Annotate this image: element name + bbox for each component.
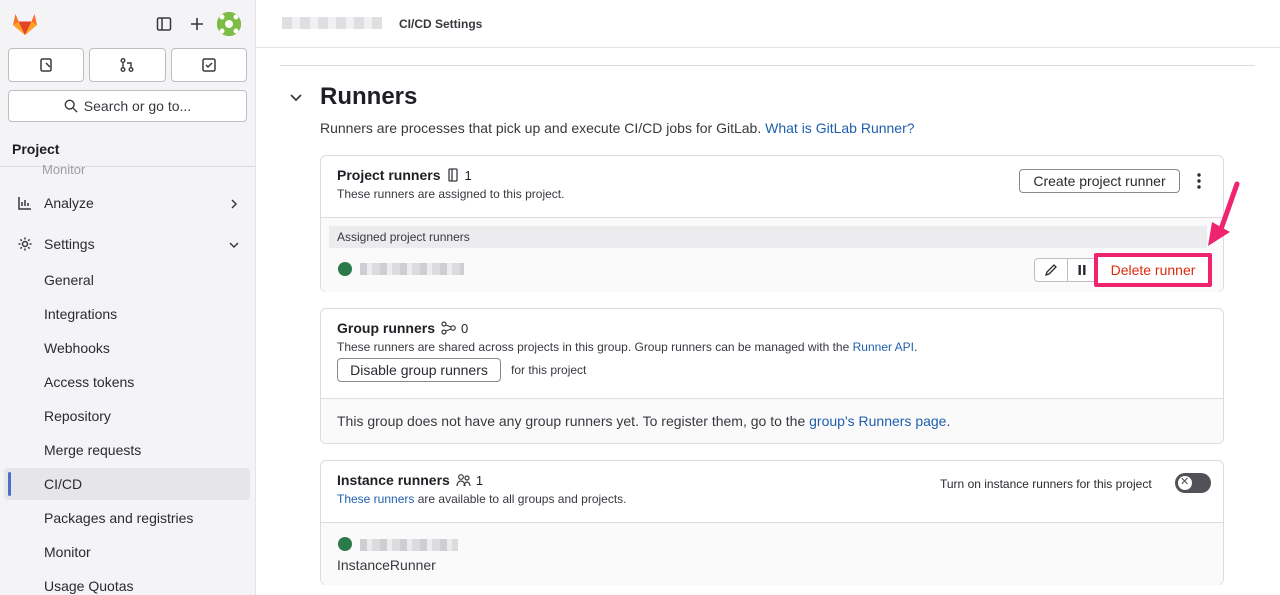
issues-icon (40, 58, 52, 72)
sidebar-item-merge-requests[interactable]: Merge requests (4, 434, 250, 466)
project-runners-card: Project runners 1 These runners are assi… (320, 155, 1224, 292)
merge-request-icon (120, 58, 134, 72)
edit-runner-button[interactable] (1034, 258, 1068, 282)
pause-icon (1078, 265, 1085, 275)
group-runners-title: Group runners 0 (337, 320, 469, 336)
sidebar-item-label: Analyze (44, 195, 94, 211)
sidebar-item-packages-registries[interactable]: Packages and registries (4, 502, 250, 534)
sidebar-item-label: Settings (44, 236, 95, 252)
collapse-sidebar-icon[interactable] (152, 12, 176, 36)
plus-icon[interactable] (185, 12, 209, 36)
group-runners-card: Group runners 0 These runners are shared… (320, 308, 1224, 444)
status-online-icon (338, 537, 352, 551)
highlight-arrow-icon (1208, 181, 1240, 246)
sidebar-item-monitor-cut[interactable]: Monitor (16, 162, 85, 174)
issues-tile[interactable] (8, 48, 85, 82)
todo-tile[interactable] (170, 48, 247, 82)
for-project-label: for this project (511, 363, 587, 377)
instance-runners-toggle-label: Turn on instance runners for this projec… (940, 477, 1152, 491)
chevron-down-icon (228, 238, 240, 254)
instance-runners-toggle[interactable]: ✕ (1175, 473, 1211, 493)
sidebar-item-usage-quotas[interactable]: Usage Quotas (4, 570, 250, 595)
sidebar-item-analyze[interactable]: Analyze (4, 187, 250, 219)
pencil-icon (1044, 264, 1057, 277)
runner-icon (448, 168, 459, 182)
breadcrumb-redacted[interactable] (282, 17, 382, 29)
sidebar-item-integrations[interactable]: Integrations (4, 298, 250, 330)
chart-icon (16, 195, 34, 211)
chevron-right-icon (228, 197, 240, 213)
runner-api-link[interactable]: Runner API (853, 340, 914, 354)
create-project-runner-button[interactable]: Create project runner (1019, 169, 1180, 193)
disable-group-runners-button[interactable]: Disable group runners (337, 358, 501, 382)
sidebar-top (10, 10, 245, 38)
pause-runner-button[interactable] (1068, 258, 1096, 282)
sidebar-item-general[interactable]: General (4, 264, 250, 296)
what-is-runner-link[interactable]: What is GitLab Runner? (765, 120, 914, 136)
close-icon: ✕ (1180, 476, 1190, 488)
sidebar-item-repository[interactable]: Repository (4, 400, 250, 432)
runner-count: 1 (446, 168, 472, 183)
top-header: CI/CD Settings (256, 0, 1280, 48)
todo-icon (202, 58, 216, 72)
search-icon (64, 99, 78, 113)
search-button[interactable]: Search or go to... (8, 90, 247, 122)
group-runners-empty: This group does not have any group runne… (321, 398, 1223, 443)
avatar[interactable] (217, 12, 241, 36)
group-runners-page-link[interactable]: group's Runners page (809, 413, 946, 429)
merge-requests-tile[interactable] (89, 48, 166, 82)
page-title: Runners (320, 83, 418, 110)
instance-runner-name: InstanceRunner (337, 557, 436, 573)
group-runners-subtitle: These runners are shared across projects… (337, 340, 918, 354)
users-icon (456, 474, 471, 487)
sidebar-item-webhooks[interactable]: Webhooks (4, 332, 250, 364)
sidebar: Search or go to... Project Monitor Analy… (0, 0, 256, 595)
breadcrumb-current[interactable]: CI/CD Settings (399, 17, 482, 31)
instance-runners-card: Instance runners 1 These runners are ava… (320, 460, 1224, 585)
search-label: Search or go to... (83, 98, 192, 114)
runner-name-redacted[interactable] (360, 263, 464, 275)
sidebar-item-cicd[interactable]: CI/CD (4, 468, 250, 500)
collapse-runners-chevron-icon[interactable] (289, 90, 303, 107)
these-runners-link[interactable]: These runners (337, 492, 414, 506)
status-online-icon (338, 262, 352, 276)
sidebar-item-monitor[interactable]: Monitor (4, 536, 250, 568)
gear-icon (16, 236, 34, 252)
assigned-runners-header: Assigned project runners (329, 226, 1207, 248)
runners-description: Runners are processes that pick up and e… (320, 120, 915, 136)
sidebar-item-access-tokens[interactable]: Access tokens (4, 366, 250, 398)
sidebar-item-settings[interactable]: Settings (4, 228, 250, 260)
group-icon (441, 321, 456, 335)
group-runner-count: 0 (441, 321, 468, 336)
gitlab-logo-icon[interactable] (12, 12, 38, 36)
instance-runner-count: 1 (456, 473, 483, 488)
instance-runner-id-redacted[interactable] (360, 539, 458, 551)
delete-runner-button[interactable]: Delete runner (1094, 253, 1212, 287)
instance-runners-subtitle: These runners are available to all group… (337, 492, 627, 506)
divider (280, 65, 1255, 66)
sidebar-tiles (8, 48, 247, 82)
